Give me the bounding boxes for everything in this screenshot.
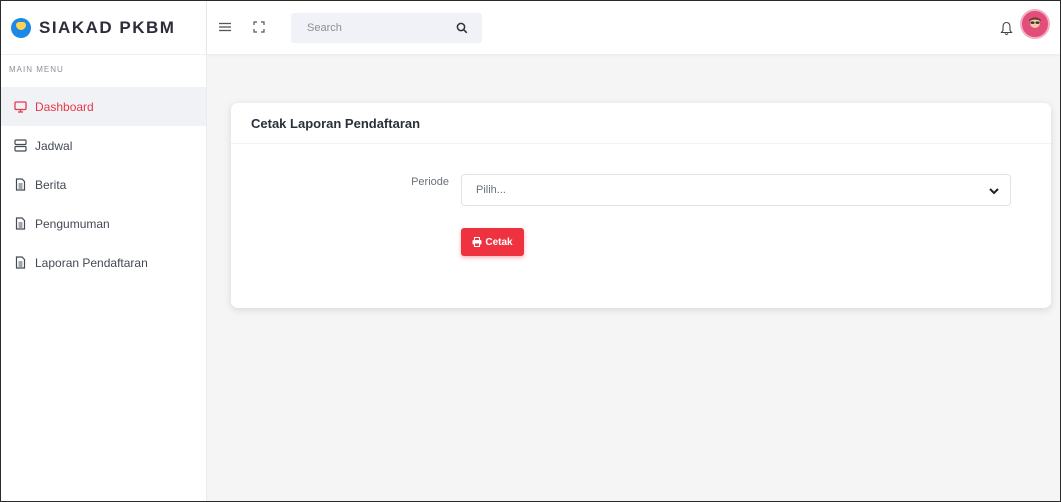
periode-select[interactable]: Pilih... xyxy=(461,174,1011,206)
print-button[interactable]: Cetak xyxy=(461,228,524,256)
avatar[interactable] xyxy=(1020,9,1050,39)
sidebar-item-pengumuman[interactable]: Pengumuman xyxy=(1,204,206,243)
sidebar-item-label: Dashboard xyxy=(35,99,94,114)
chevron-down-icon xyxy=(988,185,1000,197)
sidebar-item-jadwal[interactable]: Jadwal xyxy=(1,126,206,165)
sidebar-item-berita[interactable]: Berita xyxy=(1,165,206,204)
sidebar-item-label: Jadwal xyxy=(35,138,73,153)
card-title: Cetak Laporan Pendaftaran xyxy=(231,103,1051,144)
sidebar-item-label: Pengumuman xyxy=(35,216,110,231)
periode-label: Periode xyxy=(411,176,449,188)
topbar xyxy=(207,1,1060,54)
brand-logo-icon xyxy=(11,17,31,38)
printer-icon xyxy=(472,237,482,247)
search-icon[interactable] xyxy=(456,21,470,35)
search-input[interactable] xyxy=(291,21,459,35)
bell-icon[interactable] xyxy=(996,18,1016,38)
sidebar-item-label: Laporan Pendaftaran xyxy=(35,255,148,270)
report-card: Cetak Laporan Pendaftaran Periode Pilih.… xyxy=(231,103,1051,308)
server-icon xyxy=(13,139,27,153)
monitor-icon xyxy=(13,100,27,114)
fullscreen-icon[interactable] xyxy=(249,17,269,37)
file-icon xyxy=(13,217,27,231)
print-button-label: Cetak xyxy=(485,236,513,248)
sidebar-item-label: Berita xyxy=(35,177,67,192)
sidebar-item-dashboard[interactable]: Dashboard xyxy=(1,87,206,126)
search-box xyxy=(291,13,482,43)
menu-icon[interactable] xyxy=(215,17,235,37)
app-frame: SIAKAD PKBM MAIN MENU Dashboard Jadwal B… xyxy=(0,0,1061,502)
brand-name: SIAKAD PKBM xyxy=(39,17,176,37)
periode-select-value: Pilih... xyxy=(476,184,506,196)
sidebar-item-laporan-pendaftaran[interactable]: Laporan Pendaftaran xyxy=(1,243,206,282)
file-icon xyxy=(13,178,27,192)
menu-section-title: MAIN MENU xyxy=(9,65,64,74)
sidebar: SIAKAD PKBM MAIN MENU Dashboard Jadwal B… xyxy=(1,1,207,501)
file-icon xyxy=(13,256,27,270)
brand[interactable]: SIAKAD PKBM xyxy=(1,1,206,55)
